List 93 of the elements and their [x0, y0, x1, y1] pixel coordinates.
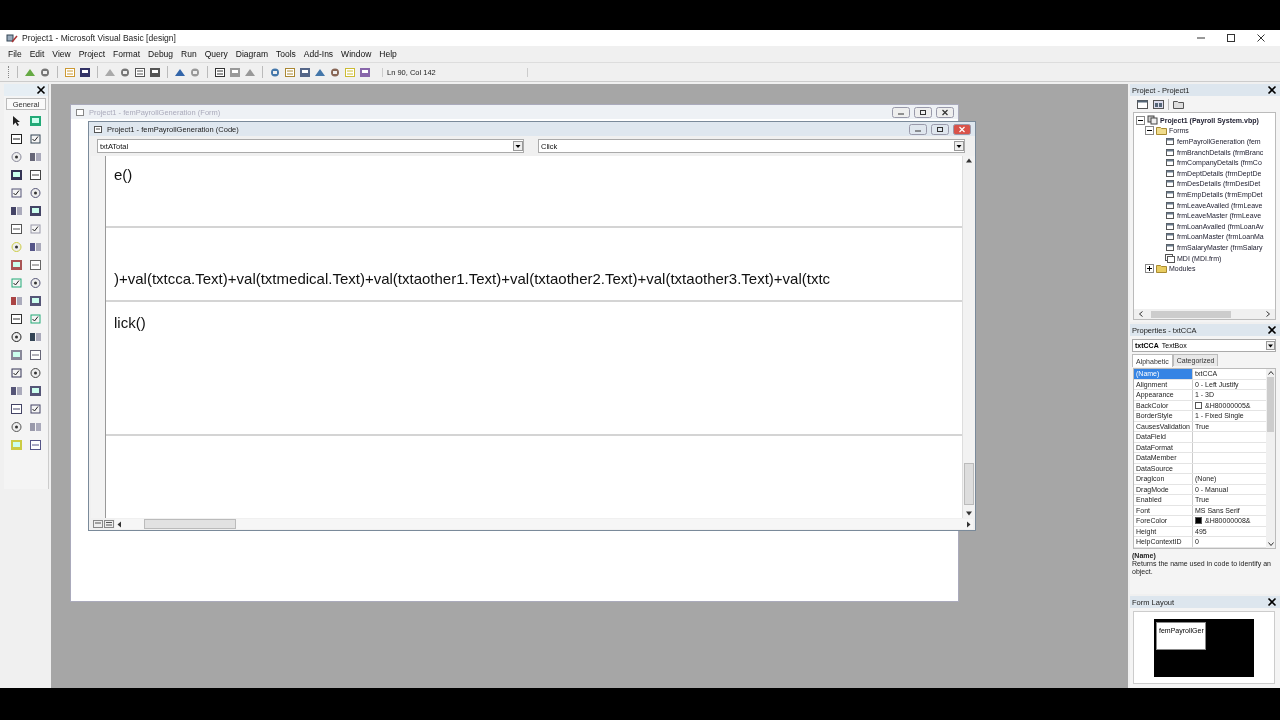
toolbar-icon[interactable]	[134, 66, 146, 78]
folder-icon[interactable]	[1172, 98, 1185, 110]
toolbox-tool-icon[interactable]	[29, 367, 42, 379]
scroll-left-icon[interactable]	[1137, 310, 1145, 318]
code-editor[interactable]: e() )+val(txtcca.Text)+val(txtmedical.Text)+val(txtaother1.Text)+val(txtaother2.Text)+val(txtaother3.Text)+val(txtc lick()	[106, 156, 962, 518]
folder-icon	[1156, 126, 1167, 136]
form-icon	[1165, 168, 1175, 178]
close-icon[interactable]	[36, 85, 46, 95]
toolbox-tool-icon[interactable]	[29, 439, 42, 451]
form-icon	[1165, 242, 1175, 252]
mdi-form-icon	[1165, 253, 1175, 263]
module-view-icon[interactable]	[104, 520, 114, 528]
menu-item[interactable]: Run	[181, 49, 197, 59]
toolbox-tool-icon[interactable]	[29, 241, 42, 253]
view-code-icon[interactable]	[1136, 98, 1149, 110]
toolbox-tool-icon[interactable]	[29, 205, 42, 217]
view-object-icon[interactable]	[1152, 98, 1165, 110]
close-icon[interactable]	[1267, 597, 1277, 607]
menu-item[interactable]: Add-Ins	[303, 49, 334, 59]
form-icon	[1165, 200, 1175, 210]
scroll-thumb[interactable]	[964, 463, 974, 505]
scroll-thumb[interactable]	[1151, 310, 1231, 318]
toolbox-tool-icon[interactable]	[29, 295, 42, 307]
menu-item[interactable]: Help	[379, 49, 397, 59]
vertical-scrollbar[interactable]	[1266, 369, 1275, 548]
toolbox-tool-icon[interactable]	[29, 385, 42, 397]
project-icon	[1147, 115, 1158, 126]
toolbox-tool-icon[interactable]	[10, 169, 23, 181]
menu-item[interactable]: View	[52, 49, 71, 59]
form-icon	[1165, 158, 1175, 168]
dropdown-arrow-icon[interactable]	[1266, 341, 1275, 350]
scroll-down-icon[interactable]	[1266, 539, 1275, 548]
code-line: e()	[114, 165, 134, 185]
toolbox-tool-icon[interactable]	[29, 169, 42, 181]
scroll-right-icon[interactable]	[1264, 310, 1272, 318]
scroll-thumb[interactable]	[144, 519, 236, 529]
menu-item[interactable]: Debug	[148, 49, 174, 59]
menu-item[interactable]: Window	[341, 49, 372, 59]
scroll-up-icon[interactable]	[1266, 369, 1275, 377]
menu-item[interactable]: Project	[78, 49, 106, 59]
toolbox-tool-icon[interactable]	[10, 151, 23, 163]
toolbox-tool-icon[interactable]	[10, 313, 23, 325]
toolbox-tool-icon[interactable]	[29, 277, 42, 289]
form-icon	[1165, 232, 1175, 242]
scroll-thumb[interactable]	[1267, 377, 1274, 432]
scroll-up-icon[interactable]	[964, 156, 974, 165]
maximize-icon[interactable]	[1226, 33, 1236, 43]
scroll-left-icon[interactable]	[115, 519, 124, 529]
close-icon[interactable]	[1267, 85, 1277, 95]
horizontal-scrollbar[interactable]	[1134, 309, 1275, 319]
toolbar-icon[interactable]	[214, 66, 226, 78]
procedure-view-icon[interactable]	[93, 520, 103, 528]
code-icon	[93, 124, 103, 134]
scroll-right-icon[interactable]	[964, 519, 973, 529]
app-icon	[6, 32, 18, 44]
toolbox-tool-icon[interactable]	[29, 331, 42, 343]
folder-icon	[1156, 264, 1167, 274]
toolbar-icon[interactable]	[79, 66, 91, 78]
form-icon	[1165, 137, 1175, 146]
toolbox-tool-icon[interactable]	[29, 187, 42, 199]
window-title: Project1 - Microsoft Visual Basic [design]	[22, 33, 176, 43]
toolbox-tool-icon[interactable]	[10, 367, 23, 379]
menu-item[interactable]: Edit	[29, 49, 45, 59]
restore-icon[interactable]	[931, 123, 949, 135]
toolbar-icon[interactable]	[299, 66, 311, 78]
code-line: lick()	[114, 313, 147, 333]
menu-item[interactable]: Diagram	[235, 49, 268, 59]
close-icon[interactable]	[1267, 325, 1277, 335]
toolbox-tool-icon[interactable]	[10, 331, 23, 343]
vertical-scrollbar[interactable]	[962, 156, 975, 518]
menu-item[interactable]: Query	[204, 49, 228, 59]
menu-item[interactable]: File	[8, 49, 22, 59]
toolbox-tool-icon[interactable]	[10, 223, 23, 235]
toolbar-icon[interactable]	[149, 66, 161, 78]
horizontal-scrollbar[interactable]	[115, 519, 973, 529]
form-icon	[75, 107, 85, 117]
menu-item[interactable]: Tools	[275, 49, 296, 59]
collapse-icon[interactable]	[1145, 126, 1154, 136]
toolbox-tool-icon[interactable]	[10, 403, 23, 415]
form-icon	[1165, 147, 1175, 157]
expand-icon[interactable]	[1145, 264, 1154, 274]
form-icon	[1165, 221, 1175, 231]
toolbox-tool-icon[interactable]	[10, 133, 23, 145]
form-icon	[1165, 179, 1175, 189]
code-line: )+val(txtcca.Text)+val(txtmedical.Text)+val(txtaother1.Text)+val(txtaother2.Text)+val(txtaother3.Text)+val(txtc	[114, 269, 832, 289]
close-icon[interactable]	[1256, 33, 1266, 43]
toolbox-tool-icon[interactable]	[10, 385, 23, 397]
menu-item[interactable]: Format	[113, 49, 141, 59]
collapse-icon[interactable]	[1136, 115, 1145, 125]
form-icon	[1165, 211, 1175, 221]
form-icon	[1165, 189, 1175, 199]
toolbox-tool-icon[interactable]	[10, 205, 23, 217]
toolbox-tool-icon[interactable]	[10, 421, 23, 433]
